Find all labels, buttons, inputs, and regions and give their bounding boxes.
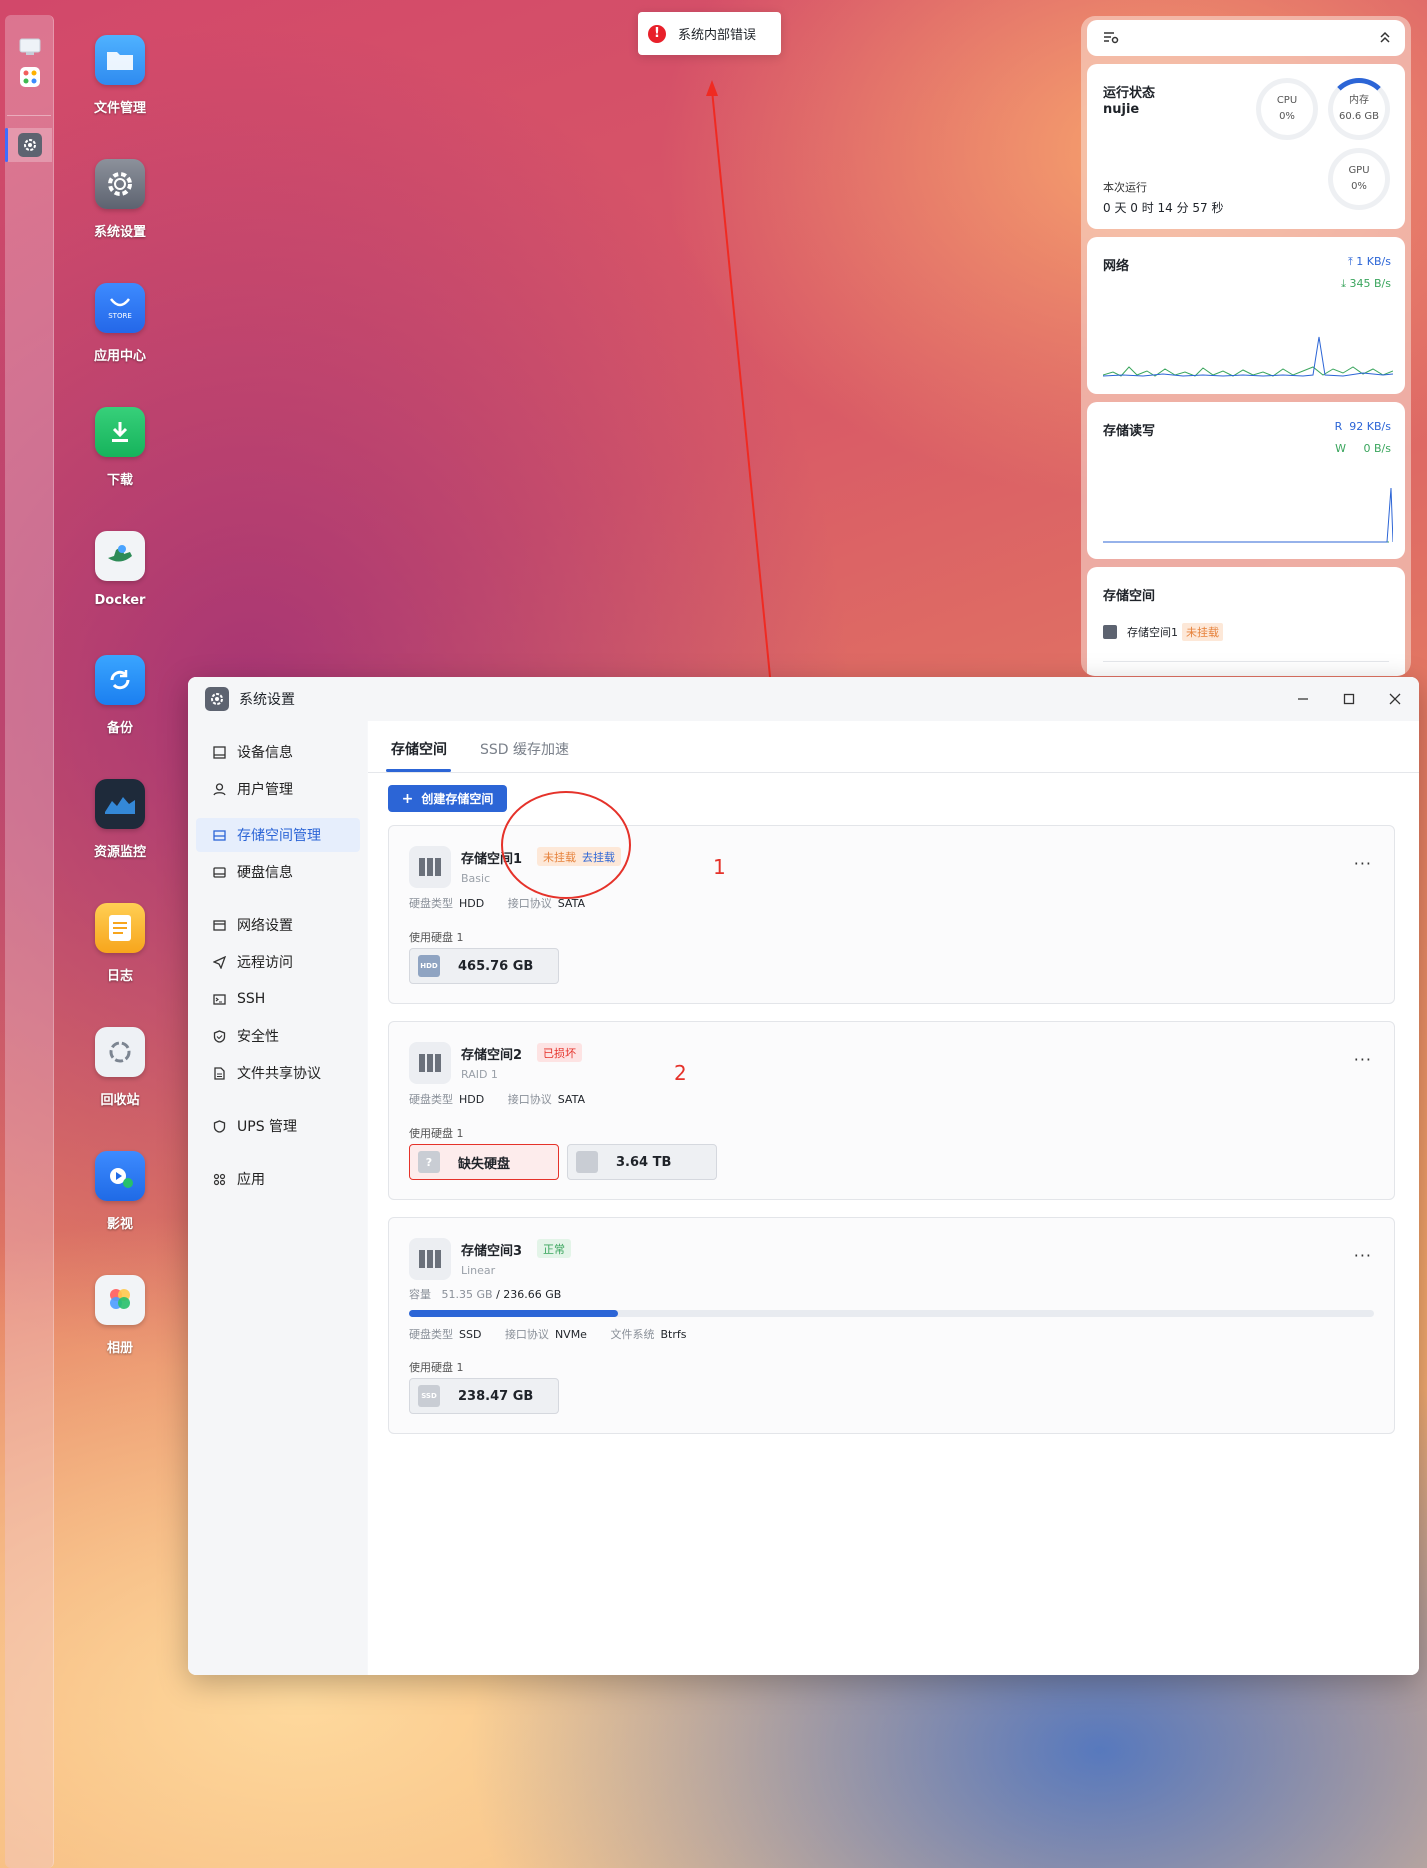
plus-icon: + [401, 790, 414, 807]
sidebar-item-ssh[interactable]: SSH [196, 982, 360, 1016]
capacity-bar-fill [409, 1310, 619, 1317]
pool-meta: 硬盘类型 SSD 接口协议 NVMe 文件系统 Btrfs [409, 1328, 687, 1341]
annotation-circle [501, 791, 631, 899]
window-title: 系统设置 [239, 692, 295, 708]
ssh-icon [212, 992, 226, 1006]
disk-icon [212, 865, 226, 879]
sidebar-item-disk-info[interactable]: 硬盘信息 [196, 855, 360, 889]
sidebar-item-ups[interactable]: UPS 管理 [196, 1109, 360, 1143]
pool-meta: 硬盘类型 HDD 接口协议 SATA [409, 1093, 585, 1106]
remote-icon [212, 955, 226, 969]
settings-window: 系统设置 设备信息 用户管理 存储空间管理 硬盘信息 网络设置 远程访问 SSH… [188, 677, 1419, 1675]
more-icon[interactable]: ··· [1354, 1246, 1372, 1265]
sidebar-item-file-sharing[interactable]: 文件共享协议 [196, 1056, 360, 1090]
missing-disk-chip[interactable]: ? 缺失硬盘 [409, 1144, 559, 1180]
status-badge: 已损坏 [537, 1043, 582, 1062]
annotation-number: 1 [713, 855, 726, 879]
nas-icon [409, 1042, 451, 1084]
close-icon[interactable] [1383, 687, 1407, 711]
sidebar-item-device-info[interactable]: 设备信息 [196, 735, 360, 769]
shield-icon [212, 1029, 226, 1043]
pool-type: RAID 1 [461, 1068, 498, 1081]
used-disks-label: 使用硬盘 1 [409, 1127, 464, 1140]
tab-storage[interactable]: 存储空间 [391, 739, 447, 759]
pool-name: 存储空间2 [461, 1048, 523, 1063]
disk-chip[interactable]: SSD 238.47 GB [409, 1378, 559, 1414]
settings-sidebar: 设备信息 用户管理 存储空间管理 硬盘信息 网络设置 远程访问 SSH 安全性 [188, 721, 367, 1675]
disk-chip[interactable]: 3.64 TB [567, 1144, 717, 1180]
storage-pool-card: 存储空间2 已损坏 RAID 1 硬盘类型 HDD 接口协议 SATA 使用硬盘 1… [388, 1021, 1395, 1200]
storage-pool-card: 存储空间3 正常 Linear 容量 51.35 GB / 236.66 GB … [388, 1217, 1395, 1434]
maximize-icon[interactable] [1337, 687, 1361, 711]
apps-icon [212, 1172, 226, 1186]
settings-app-icon [205, 687, 229, 711]
minimize-icon[interactable] [1291, 687, 1315, 711]
ups-icon [212, 1119, 226, 1133]
active-tab-indicator [386, 769, 451, 772]
sidebar-item-users[interactable]: 用户管理 [196, 772, 360, 806]
storage-icon [212, 828, 226, 842]
sidebar-item-apps[interactable]: 应用 [196, 1162, 360, 1196]
capacity-bar [409, 1310, 1374, 1317]
storage-content: 存储空间 SSD 缓存加速 + 创建存储空间 存储空间1 未挂载 去挂载 Bas… [368, 721, 1419, 1675]
disk-chip[interactable]: HDD 465.76 GB [409, 948, 559, 984]
used-disks-label: 使用硬盘 1 [409, 931, 464, 944]
pool-type: Linear [461, 1264, 496, 1277]
tab-ssd-cache[interactable]: SSD 缓存加速 [480, 739, 569, 759]
sidebar-item-security[interactable]: 安全性 [196, 1019, 360, 1053]
create-storage-button[interactable]: + 创建存储空间 [388, 785, 507, 812]
more-icon[interactable]: ··· [1354, 854, 1372, 873]
sidebar-item-remote-access[interactable]: 远程访问 [196, 945, 360, 979]
more-icon[interactable]: ··· [1354, 1050, 1372, 1069]
hdd-icon [576, 1151, 598, 1173]
annotation-number: 2 [674, 1061, 687, 1085]
sidebar-item-network[interactable]: 网络设置 [196, 908, 360, 942]
sidebar-item-storage[interactable]: 存储空间管理 [196, 818, 360, 852]
used-disks-label: 使用硬盘 1 [409, 1361, 464, 1374]
device-icon [212, 745, 226, 759]
ssd-icon: SSD [418, 1385, 440, 1407]
tabs: 存储空间 SSD 缓存加速 [368, 721, 1419, 773]
status-badge: 正常 [537, 1239, 571, 1258]
user-icon [212, 782, 226, 796]
nas-icon [409, 846, 451, 888]
nas-icon [409, 1238, 451, 1280]
hdd-icon: HDD [418, 955, 440, 977]
pool-name: 存储空间3 [461, 1244, 523, 1259]
window-titlebar[interactable]: 系统设置 [188, 677, 1419, 721]
file-share-icon [212, 1066, 226, 1080]
pool-type: Basic [461, 872, 491, 885]
unknown-disk-icon: ? [418, 1151, 440, 1173]
capacity-text: 容量 51.35 GB / 236.66 GB [409, 1288, 562, 1301]
network-icon [212, 918, 226, 932]
